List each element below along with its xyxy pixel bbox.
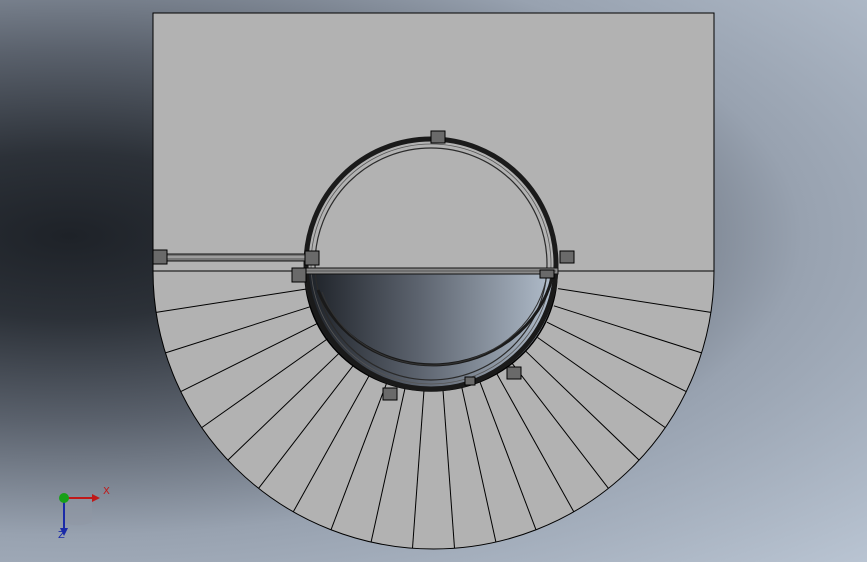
z-axis-label: Z <box>58 530 65 541</box>
post-right-landing[interactable] <box>539 269 555 279</box>
post-left-wall[interactable] <box>152 249 168 265</box>
post-left-inner[interactable] <box>304 250 320 266</box>
post-landing-left[interactable] <box>291 267 307 283</box>
x-axis-label: X <box>103 486 110 497</box>
post-top[interactable] <box>430 130 446 144</box>
cad-graphics-viewport[interactable] <box>0 0 867 562</box>
post-right[interactable] <box>559 250 575 264</box>
post-lower-mid[interactable] <box>464 376 476 386</box>
post-lower-left[interactable] <box>382 387 398 401</box>
left-wall-rail[interactable] <box>159 253 313 262</box>
post-lower-right[interactable] <box>506 366 522 380</box>
coordinate-triad: X Z <box>48 484 118 544</box>
